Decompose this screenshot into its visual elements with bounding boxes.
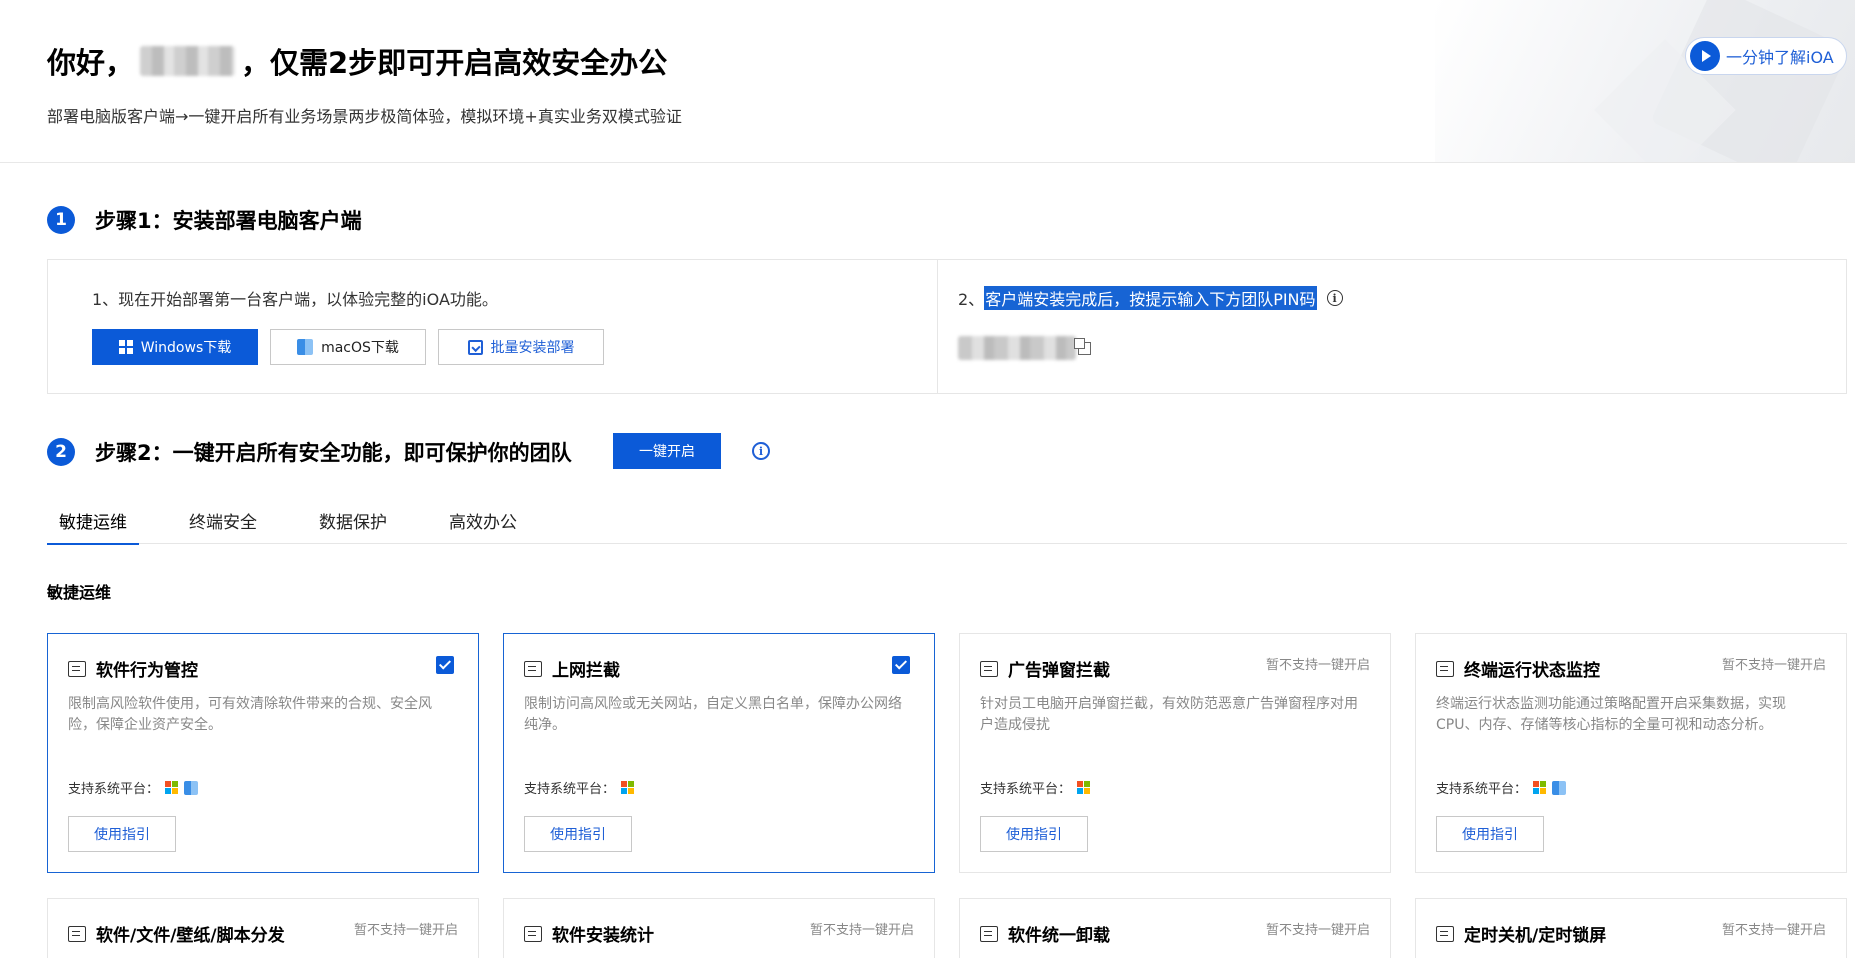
macos-icon (1552, 780, 1567, 795)
pin-section: 2、 客户端安装完成后，按提示输入下方团队PIN码 i (938, 260, 1846, 393)
macos-icon (184, 780, 199, 795)
tab-data-protection[interactable]: 数据保护 (307, 496, 399, 544)
intro-video-button[interactable]: 一分钟了解iOA (1685, 37, 1847, 75)
step1-header: 1 步骤1：安装部署电脑客户端 (47, 205, 362, 235)
windows-icon (1077, 781, 1091, 794)
platform-support: 支持系统平台： (1436, 778, 1567, 797)
guide-button[interactable]: 使用指引 (1436, 816, 1544, 852)
windows-icon (1533, 781, 1547, 794)
feature-tabs: 敏捷运维 终端安全 数据保护 高效办公 (47, 496, 1847, 545)
guide-button[interactable]: 使用指引 (980, 816, 1088, 852)
unsupported-label: 暂不支持一键开启 (809, 923, 914, 938)
tab-agile-ops[interactable]: 敏捷运维 (47, 496, 139, 545)
one-click-enable-button[interactable]: 一键开启 (613, 433, 721, 469)
platform-support: 支持系统平台： (980, 778, 1091, 797)
windows-icon (165, 781, 179, 794)
guide-button[interactable]: 使用指引 (68, 816, 176, 852)
windows-icon (118, 340, 133, 354)
windows-download-button[interactable]: Windows下载 (92, 329, 258, 365)
feature-checkbox[interactable] (436, 656, 454, 674)
section-label: 敏捷运维 (47, 583, 112, 602)
feature-card[interactable]: 软件行为管控 限制高风险软件使用，可有效清除软件带来的合规、安全风险，保障企业资… (47, 633, 479, 873)
web-block-icon (524, 660, 542, 677)
step1-panel: 1、现在开始部署第一台客户端，以体验完整的iOA功能。 Windows下载 ma… (47, 259, 1847, 394)
popup-block-icon (980, 660, 998, 677)
play-icon (1690, 41, 1720, 71)
pin-instruction: 2、 客户端安装完成后，按提示输入下方团队PIN码 i (958, 286, 1343, 310)
info-icon[interactable]: i (1326, 290, 1343, 306)
macos-icon (297, 339, 314, 355)
header-subtitle: 部署电脑版客户端→一键开启所有业务场景两步极简体验，模拟环境+真实业务双模式验证 (47, 107, 682, 126)
feature-card[interactable]: 上网拦截 限制访问高风险或无关网站，自定义黑白名单，保障办公网络纯净。 支持系统… (503, 633, 935, 873)
feature-card[interactable]: 软件统一卸载 暂不支持一键开启 (959, 898, 1391, 958)
step2-number: 2 (47, 438, 75, 466)
step2-title: 步骤2：一键开启所有安全功能，即可保护你的团队 (95, 441, 572, 465)
windows-icon (621, 781, 635, 794)
step1-number: 1 (47, 206, 75, 234)
blurred-pin-code (958, 336, 1076, 360)
step1-title: 步骤1：安装部署电脑客户端 (95, 209, 362, 233)
monitor-icon (1436, 660, 1454, 677)
trash-icon (980, 925, 998, 942)
guide-button[interactable]: 使用指引 (524, 816, 632, 852)
install-stats-icon (524, 925, 542, 942)
feature-card[interactable]: 定时关机/定时锁屏 暂不支持一键开启 (1415, 898, 1847, 958)
unsupported-label: 暂不支持一键开启 (1721, 923, 1826, 938)
step2-header: 2 步骤2：一键开启所有安全功能，即可保护你的团队 (47, 437, 572, 467)
unsupported-label: 暂不支持一键开启 (1265, 658, 1370, 673)
platform-support: 支持系统平台： (68, 778, 199, 797)
clock-icon (1436, 925, 1454, 942)
unsupported-label: 暂不支持一键开启 (1265, 923, 1370, 938)
unsupported-label: 暂不支持一键开启 (353, 923, 458, 938)
greeting-title: 你好， ，仅需2步即可开启高效安全办公 (47, 40, 667, 82)
feature-card[interactable]: 软件安装统计 暂不支持一键开启 (503, 898, 935, 958)
download-section: 1、现在开始部署第一台客户端，以体验完整的iOA功能。 Windows下载 ma… (48, 260, 938, 393)
unsupported-label: 暂不支持一键开启 (1721, 658, 1826, 673)
distribute-icon (68, 925, 86, 942)
tab-efficient-office[interactable]: 高效办公 (437, 496, 529, 544)
blurred-username (140, 46, 236, 76)
feature-card[interactable]: 软件/文件/壁纸/脚本分发 暂不支持一键开启 (47, 898, 479, 958)
deploy-instruction: 1、现在开始部署第一台客户端，以体验完整的iOA功能。 (92, 290, 498, 309)
feature-checkbox[interactable] (892, 656, 910, 674)
download-box-icon (467, 339, 483, 355)
info-icon[interactable]: i (752, 442, 770, 460)
platform-support: 支持系统平台： (524, 778, 635, 797)
copy-icon[interactable] (1074, 338, 1091, 355)
feature-card[interactable]: 广告弹窗拦截 暂不支持一键开启 针对员工电脑开启弹窗拦截，有效防范恶意广告弹窗程… (959, 633, 1391, 873)
batch-deploy-button[interactable]: 批量安装部署 (438, 329, 604, 365)
header-decoration (1435, 0, 1855, 162)
software-control-icon (68, 660, 86, 677)
greeting-prefix: 你好， (47, 46, 135, 80)
greeting-suffix: ，仅需2步即可开启高效安全办公 (241, 46, 668, 80)
page-header: 你好， ，仅需2步即可开启高效安全办公 部署电脑版客户端→一键开启所有业务场景两… (0, 0, 1855, 163)
tab-endpoint-security[interactable]: 终端安全 (177, 496, 269, 544)
macos-download-button[interactable]: macOS下载 (270, 329, 426, 365)
feature-card[interactable]: 终端运行状态监控 暂不支持一键开启 终端运行状态监测功能通过策略配置开启采集数据… (1415, 633, 1847, 873)
